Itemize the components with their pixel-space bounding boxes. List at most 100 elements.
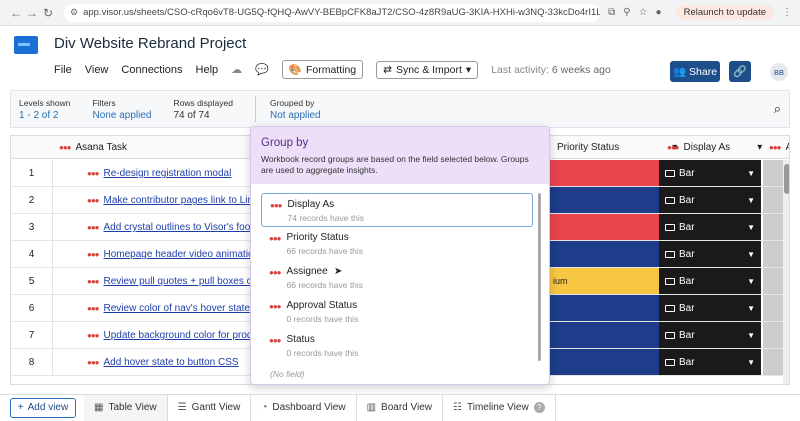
group-option[interactable]: ●●● Approval Status 0 records have this	[261, 295, 533, 329]
caret-down-icon[interactable]: ▼	[747, 196, 755, 205]
last-activity: Last activity: 6 weeks ago	[491, 64, 611, 76]
caret-down-icon[interactable]: ▼	[747, 331, 755, 340]
avatar[interactable]: BB	[770, 63, 788, 81]
display-as-cell[interactable]: Bar ▼	[659, 322, 761, 348]
share-button[interactable]: 👥 Share	[670, 61, 720, 82]
asana-icon: ●●●	[269, 302, 281, 311]
priority-cell[interactable]	[549, 214, 659, 240]
copy-link-button[interactable]: 🔗	[729, 61, 751, 82]
back-icon[interactable]: ←	[8, 6, 24, 20]
task-link[interactable]: Add crystal outlines to Visor's foot	[104, 222, 254, 233]
filters-value[interactable]: None applied	[93, 110, 152, 121]
tab-timeline-view[interactable]: ☷ Timeline View ?	[443, 394, 556, 421]
levels-shown[interactable]: Levels shown 1 - 2 of 2	[19, 98, 71, 121]
asana-icon: ●●●	[87, 169, 99, 178]
search-icon[interactable]: ⌕	[774, 101, 781, 117]
task-link[interactable]: Make contributor pages link to Lin	[104, 195, 254, 206]
display-value: Bar	[679, 356, 695, 368]
zoom-icon[interactable]: ⚲	[623, 7, 630, 18]
menu-file[interactable]: File	[54, 64, 72, 76]
caret-down-icon[interactable]: ▼	[747, 223, 755, 232]
task-cell[interactable]: ●●● Add crystal outlines to Visor's foot	[87, 214, 253, 241]
priority-cell[interactable]	[549, 241, 659, 267]
task-cell[interactable]: ●●● Review pull quotes + pull boxes on	[87, 268, 258, 295]
priority-cell[interactable]	[549, 160, 659, 186]
site-info-icon[interactable]: ⚙	[70, 7, 78, 18]
column-header-asana-task[interactable]: ●●● Asana Task	[53, 136, 127, 159]
column-header-extra[interactable]: ●●● Ap	[763, 136, 789, 159]
levels-value[interactable]: 1 - 2 of 2	[19, 110, 71, 121]
popup-scrollbar[interactable]	[538, 193, 541, 361]
menu-help[interactable]: Help	[196, 64, 219, 76]
browser-menu-icon[interactable]: ⋮	[782, 7, 792, 18]
forward-icon[interactable]: →	[24, 6, 40, 20]
tab-gantt-view[interactable]: ☰ Gantt View	[168, 394, 252, 421]
caret-down-icon[interactable]: ▼	[747, 250, 755, 259]
task-link[interactable]: Update background color for prod	[104, 330, 253, 341]
last-activity-label: Last activity:	[491, 63, 549, 76]
task-link[interactable]: Re-design registration modal	[104, 168, 232, 179]
menu-connections[interactable]: Connections	[121, 64, 182, 76]
tab-board-view[interactable]: ▥ Board View	[357, 394, 444, 421]
group-option[interactable]: ●●● Status 0 records have this	[261, 329, 533, 363]
project-title[interactable]: Div Website Rebrand Project	[54, 35, 246, 52]
url-bar[interactable]: ⚙ app.visor.us/sheets/CSO-cRqo6vT8-UG5Q-…	[64, 3, 601, 22]
bar-icon	[665, 277, 675, 285]
link-icon: 🔗	[733, 66, 747, 78]
display-as-cell[interactable]: Bar ▼	[659, 160, 761, 186]
bookmark-star-icon[interactable]: ☆	[639, 7, 648, 18]
asana-icon: ●●●	[270, 201, 282, 210]
task-cell[interactable]: ●●● Review color of nav's hover state	[87, 295, 250, 322]
task-cell[interactable]: ●●● Homepage header video animation	[87, 241, 259, 268]
filters[interactable]: Filters None applied	[93, 98, 152, 121]
task-cell[interactable]: ●●● Re-design registration modal	[87, 160, 231, 187]
asana-icon: ●●●	[269, 336, 281, 345]
grid-scrollbar[interactable]	[783, 160, 789, 384]
menu-view[interactable]: View	[85, 64, 109, 76]
display-as-cell[interactable]: Bar ▼	[659, 268, 761, 294]
visor-logo-icon[interactable]	[14, 36, 38, 54]
display-as-cell[interactable]: Bar ▼	[659, 241, 761, 267]
display-as-cell[interactable]: Bar ▼	[659, 295, 761, 321]
task-link[interactable]: Review pull quotes + pull boxes on	[104, 276, 258, 287]
priority-cell[interactable]	[549, 295, 659, 321]
chevron-down-icon[interactable]: ▾	[757, 142, 762, 153]
sync-import-button[interactable]: ⇄ Sync & Import ▾	[376, 60, 479, 79]
priority-cell[interactable]	[549, 187, 659, 213]
caret-down-icon[interactable]: ▼	[747, 358, 755, 367]
caret-down-icon[interactable]: ▼	[747, 304, 755, 313]
task-cell[interactable]: ●●● Add hover state to button CSS	[87, 349, 239, 376]
caret-down-icon[interactable]: ▼	[747, 169, 755, 178]
column-header-priority-status[interactable]: Priority Status ▾	[551, 136, 677, 159]
priority-cell[interactable]	[549, 349, 659, 375]
reload-icon[interactable]: ↻	[40, 6, 56, 20]
group-option[interactable]: ●●● Display As 74 records have this	[261, 193, 533, 227]
install-icon[interactable]: ⧉	[608, 7, 615, 18]
comments-icon[interactable]: 💬	[255, 63, 269, 76]
display-as-cell[interactable]: Bar ▼	[659, 214, 761, 240]
column-header-display-as[interactable]: ●●● Display As ▾	[661, 136, 762, 159]
formatting-button[interactable]: 🎨 Formatting	[281, 60, 364, 79]
display-as-cell[interactable]: Bar ▼	[659, 349, 761, 375]
task-link[interactable]: Add hover state to button CSS	[104, 357, 239, 368]
relaunch-button[interactable]: Relaunch to update	[675, 5, 774, 20]
priority-cell[interactable]: ium	[549, 268, 659, 294]
add-view-button[interactable]: + Add view	[10, 397, 76, 418]
group-option[interactable]: ●●● Assignee 66 records have this	[261, 261, 533, 295]
no-field-option[interactable]: (No field)	[270, 369, 304, 379]
caret-down-icon[interactable]: ▼	[747, 277, 755, 286]
task-cell[interactable]: ●●● Make contributor pages link to Lin	[87, 187, 253, 214]
priority-cell[interactable]	[549, 322, 659, 348]
display-as-cell[interactable]: Bar ▼	[659, 187, 761, 213]
group-option[interactable]: ●●● Priority Status 66 records have this	[261, 227, 533, 261]
tab-table-view[interactable]: ▦ Table View	[84, 394, 168, 421]
help-icon[interactable]: ?	[533, 402, 545, 413]
task-cell[interactable]: ●●● Update background color for prod	[87, 322, 252, 349]
task-link[interactable]: Review color of nav's hover state	[104, 303, 250, 314]
grouped-value[interactable]: Not applied	[270, 110, 321, 121]
task-link[interactable]: Homepage header video animation	[104, 249, 260, 260]
grouped-by[interactable]: Grouped by Not applied	[270, 98, 321, 121]
last-activity-value: 6 weeks ago	[551, 63, 611, 76]
profile-icon[interactable]: ●	[656, 7, 662, 18]
tab-dashboard-view[interactable]: ◔ Dashboard View	[251, 394, 357, 421]
